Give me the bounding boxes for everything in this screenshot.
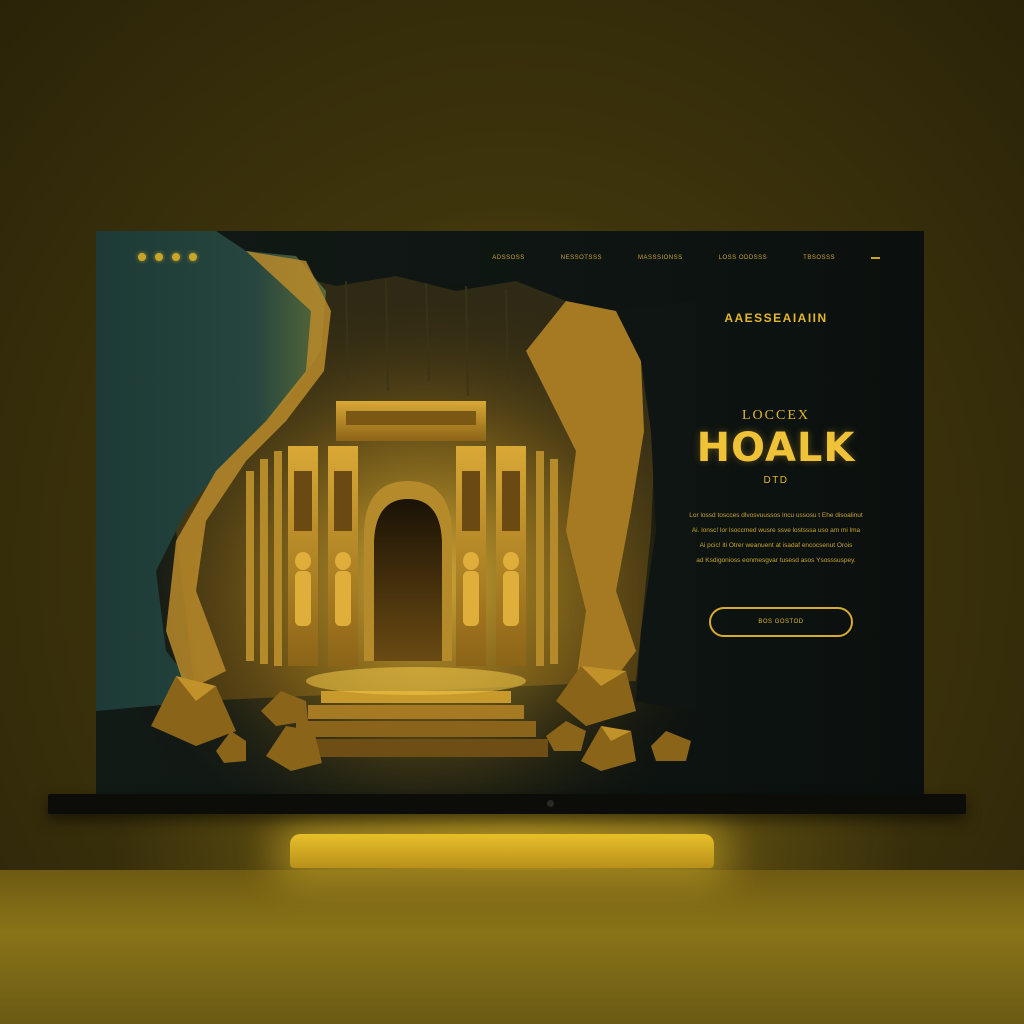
window-dot-4[interactable] [189, 253, 197, 261]
nav-item-3[interactable]: MASSSIONSS [638, 255, 683, 261]
hero-body-line: ad Ksdigonioss eonmesgvar tusesd asos Ys… [696, 557, 856, 564]
hero-body: Lor lossd toscces dlvosvuussos lncu usso… [682, 508, 870, 568]
temple-cave-illustration [96, 231, 696, 794]
hero-body-line: Ai pcic! iti Otrer weanuent at isadaf en… [699, 542, 853, 549]
top-nav: ADSSOSS NESSOTSSS MASSSIONSS LOSS ODDSSS… [492, 255, 880, 261]
hero-subtitle-top: LOCCEX [742, 408, 810, 423]
power-indicator-icon [547, 800, 554, 807]
window-dot-1[interactable] [138, 253, 146, 261]
hero-eyebrow: AAESSEAIAIIN [724, 311, 828, 325]
window-dot-3[interactable] [172, 253, 180, 261]
nav-item-1[interactable]: ADSSOSS [492, 255, 525, 261]
hero-subtitle-bottom: DTD [763, 475, 789, 486]
cta-button[interactable]: Bos GOSTOD [709, 607, 853, 637]
monitor-bezel [48, 794, 966, 814]
desk-surface [0, 870, 1024, 1024]
hero-title: HOALK [696, 425, 856, 471]
window-dot-2[interactable] [155, 253, 163, 261]
nav-item-5[interactable]: TBSOSSS [803, 255, 835, 261]
hero-body-line: Lor lossd toscces dlvosvuussos lncu usso… [689, 512, 863, 519]
hero-body-line: Ai. lonsc! lor lsoccmed wusre ssve losts… [691, 527, 861, 534]
nav-item-2[interactable]: NESSOTSSS [561, 255, 602, 261]
monitor-screen: ADSSOSS NESSOTSSS MASSSIONSS LOSS ODDSSS… [96, 231, 924, 794]
window-controls [138, 253, 197, 261]
monitor-stand [290, 834, 714, 868]
menu-icon[interactable] [871, 257, 880, 259]
nav-item-4[interactable]: LOSS ODDSSS [719, 255, 768, 261]
